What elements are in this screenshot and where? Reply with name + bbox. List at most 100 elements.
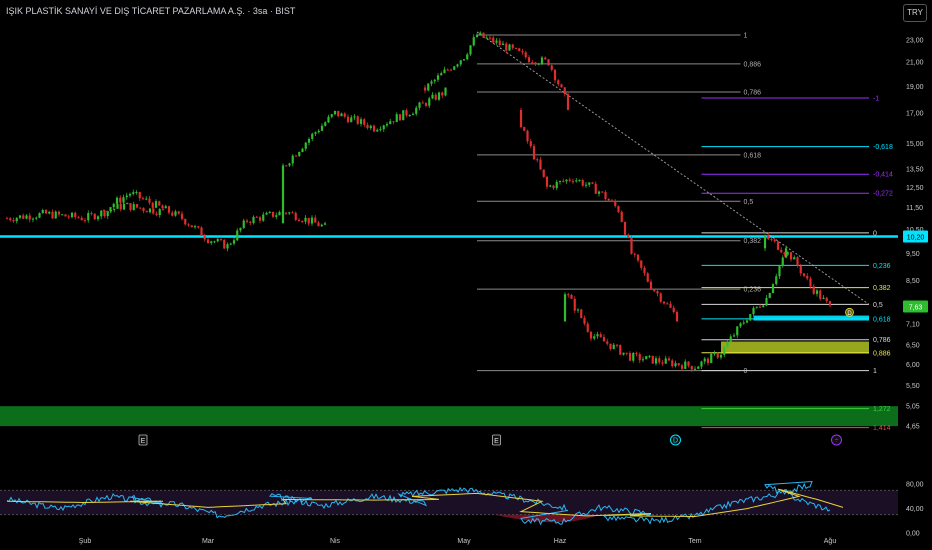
candle-body — [102, 209, 106, 211]
candle-body — [288, 212, 291, 214]
candle-body — [337, 110, 340, 117]
candle-body — [22, 215, 25, 219]
candle-body — [314, 217, 317, 223]
candle-body — [242, 220, 245, 228]
event-marker-d-right-label: D — [847, 311, 852, 317]
candle-body — [132, 192, 135, 194]
candle-body — [633, 253, 636, 255]
candle-body — [635, 353, 638, 355]
candle-body — [28, 215, 31, 220]
candle-body — [301, 221, 304, 223]
candle-body — [632, 353, 635, 361]
candle-body — [155, 213, 158, 215]
candle-body — [203, 235, 206, 240]
candle-body — [612, 344, 615, 349]
candle-body — [622, 352, 625, 355]
candle-body — [555, 181, 558, 189]
candle-body — [799, 265, 802, 274]
candle-body — [606, 341, 609, 344]
candle-body — [501, 43, 505, 46]
candle-body — [614, 201, 617, 207]
candle-body — [87, 213, 90, 221]
candle-body — [602, 337, 606, 342]
candle-body — [610, 200, 614, 202]
candle-body — [456, 64, 459, 67]
candle-body — [333, 110, 337, 115]
x-axis-tick: May — [457, 538, 471, 545]
candle-body — [677, 363, 680, 366]
candle-body — [449, 69, 453, 71]
candle-body — [651, 355, 654, 364]
candle-body — [395, 114, 398, 123]
candle-body — [570, 294, 573, 299]
candle-body — [200, 227, 203, 236]
candle-body — [314, 132, 317, 134]
candle-body — [604, 191, 607, 200]
candle-body — [664, 358, 667, 364]
price-chart-svg[interactable]: 1 0,886 0,786 0,618 0,5 0,382 0,236 0 -1 -0,618 -0… — [0, 0, 932, 550]
candle-body — [190, 225, 193, 228]
candle-body — [167, 206, 171, 213]
currency-button[interactable]: TRY — [903, 4, 927, 22]
candle-body — [61, 214, 64, 216]
candle-body — [90, 213, 93, 215]
fib-retracement-level-label: 0,886 — [744, 61, 762, 68]
candle-body — [415, 107, 418, 114]
price-axis-tick: 11,50 — [906, 205, 923, 212]
candle-body — [444, 87, 447, 96]
candle-body — [372, 125, 376, 132]
candle-body — [434, 94, 437, 100]
candle-body — [161, 205, 164, 209]
candle-body — [662, 301, 666, 304]
candle-body — [41, 210, 44, 214]
candle-body — [661, 362, 664, 364]
candle-body — [505, 43, 508, 51]
candle-body — [297, 219, 301, 222]
price-axis-tick: 12,50 — [906, 185, 924, 192]
candle-body — [25, 215, 28, 219]
candle-body — [418, 102, 421, 108]
candle-body — [258, 217, 262, 221]
candle-body — [193, 226, 197, 228]
candle-body — [363, 119, 366, 125]
candle-body — [5, 218, 9, 220]
candle-body — [35, 217, 38, 219]
candle-body — [366, 124, 369, 129]
candle-body — [298, 151, 301, 156]
candle-body — [291, 155, 294, 164]
candle-body — [184, 218, 187, 225]
candle-body — [656, 291, 659, 294]
candle-body — [139, 207, 142, 209]
candle-body — [508, 44, 511, 51]
price-label-text: 10,20 — [907, 234, 925, 241]
candle-body — [226, 244, 229, 249]
price-label-text: 7,63 — [909, 305, 923, 312]
rsi-axis-tick: 0,00 — [906, 531, 920, 538]
candle-body — [141, 198, 145, 200]
candle-body — [317, 222, 320, 227]
fib-retracement-level-label: 0 — [744, 368, 748, 375]
candle-body — [122, 204, 126, 210]
fib-extension-level-label: 0,886 — [873, 350, 891, 357]
fib-extension-level-label: 1 — [873, 368, 877, 375]
candle-body — [674, 363, 677, 367]
candle-body — [700, 361, 703, 367]
candle-body — [479, 32, 482, 35]
candle-body — [563, 87, 566, 95]
candle-body — [18, 215, 22, 218]
candle-body — [627, 234, 630, 238]
candle-body — [783, 252, 786, 255]
candle-body — [177, 211, 180, 214]
candle-body — [109, 207, 112, 212]
candle-body — [755, 306, 758, 308]
candle-body — [428, 98, 431, 106]
candle-body — [431, 94, 434, 99]
candle-body — [615, 344, 619, 346]
candle-body — [566, 94, 570, 110]
candle-body — [537, 63, 540, 65]
candle-body — [781, 257, 784, 266]
candle-body — [697, 366, 700, 369]
candle-body — [265, 212, 268, 215]
candle-body — [330, 114, 333, 117]
fib-extension-level-label: 0,236 — [873, 263, 891, 270]
